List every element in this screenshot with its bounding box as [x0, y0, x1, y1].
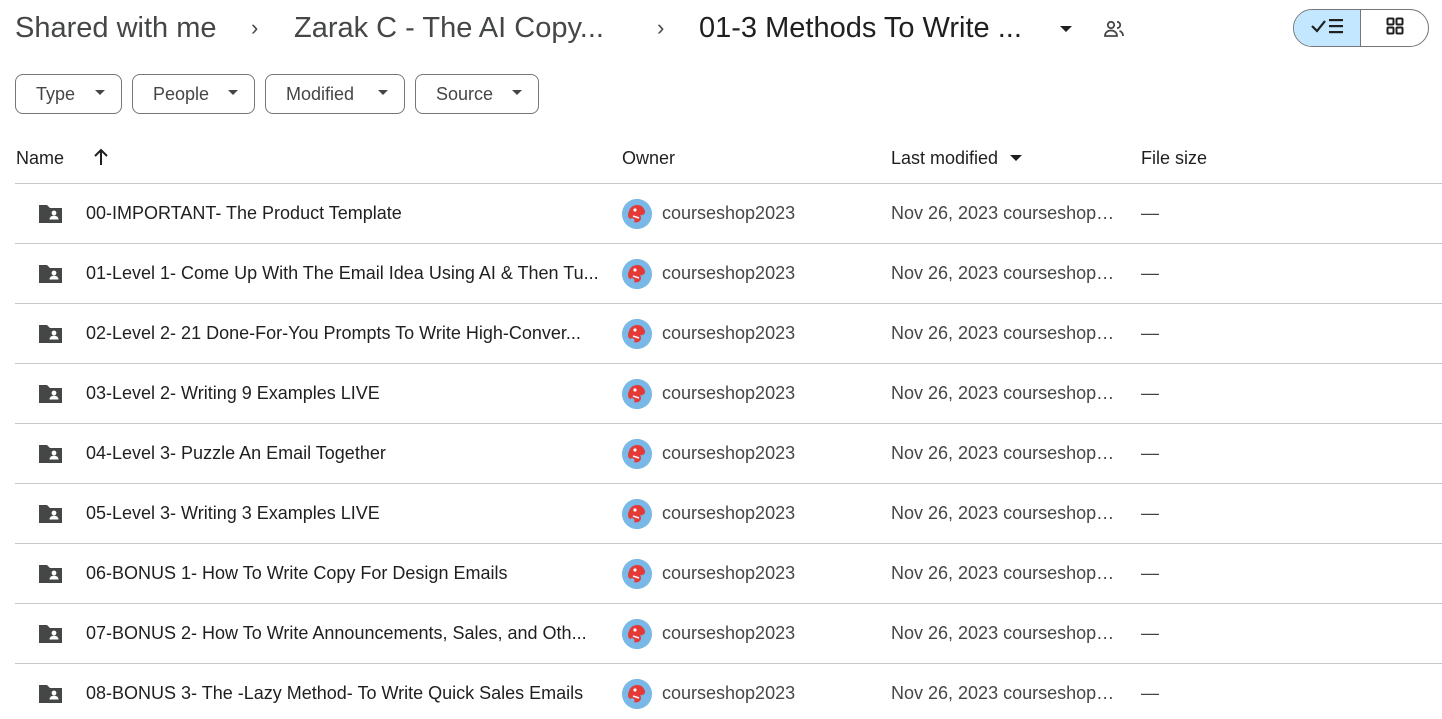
avatar: [622, 559, 652, 589]
chip-label: Type: [36, 83, 76, 104]
file-name: 01-Level 1- Come Up With The Email Idea …: [86, 263, 599, 283]
shared-folder-icon: [37, 623, 64, 645]
column-header-file-size[interactable]: File size: [1141, 144, 1207, 172]
column-header-owner[interactable]: Owner: [622, 144, 675, 172]
shared-folder-icon: [37, 263, 64, 285]
file-owner: courseshop2023: [662, 503, 796, 523]
list-view-button[interactable]: [1294, 10, 1361, 46]
file-name: 03-Level 2- Writing 9 Examples LIVE: [86, 383, 380, 403]
file-last-modified: Nov 26, 2023 courseshop2...: [891, 263, 1117, 283]
file-last-modified: Nov 26, 2023 courseshop2...: [891, 563, 1117, 583]
view-toggle: [1293, 9, 1429, 47]
file-row[interactable]: 08-BONUS 3- The -Lazy Method- To Write Q…: [15, 664, 1442, 719]
file-last-modified: Nov 26, 2023 courseshop2...: [891, 683, 1117, 703]
people-filter-chip[interactable]: People: [132, 74, 255, 114]
caret-down-icon: [228, 90, 238, 95]
file-row[interactable]: 06-BONUS 1- How To Write Copy For Design…: [15, 544, 1442, 604]
file-name: 02-Level 2- 21 Done-For-You Prompts To W…: [86, 323, 581, 343]
arrow-up-icon[interactable]: [90, 146, 112, 168]
avatar: [622, 439, 652, 469]
grid-icon: [1386, 17, 1404, 40]
file-last-modified: Nov 26, 2023 courseshop2...: [891, 623, 1117, 643]
file-name: 04-Level 3- Puzzle An Email Together: [86, 443, 386, 463]
caret-down-icon: [512, 90, 522, 95]
shared-folder-icon: [37, 683, 64, 705]
file-last-modified: Nov 26, 2023 courseshop2...: [891, 443, 1117, 463]
file-owner: courseshop2023: [662, 383, 796, 403]
avatar: [622, 379, 652, 409]
file-size: —: [1141, 563, 1159, 583]
avatar: [622, 199, 652, 229]
shared-folder-icon: [37, 383, 64, 405]
file-size: —: [1141, 683, 1159, 703]
file-size: —: [1141, 503, 1159, 523]
avatar: [622, 259, 652, 289]
file-last-modified: Nov 26, 2023 courseshop2...: [891, 203, 1117, 223]
file-last-modified: Nov 26, 2023 courseshop2...: [891, 383, 1117, 403]
drive-page: Shared with me › Zarak C - The AI Copy..…: [0, 0, 1442, 719]
column-header-name[interactable]: Name: [16, 144, 64, 172]
file-owner: courseshop2023: [662, 443, 796, 463]
file-owner: courseshop2023: [662, 263, 796, 283]
avatar: [622, 619, 652, 649]
caret-down-icon: [95, 90, 105, 95]
file-row[interactable]: 02-Level 2- 21 Done-For-You Prompts To W…: [15, 304, 1442, 364]
shared-folder-icon: [37, 563, 64, 585]
file-size: —: [1141, 323, 1159, 343]
file-name: 08-BONUS 3- The -Lazy Method- To Write Q…: [86, 683, 584, 703]
file-size: —: [1141, 203, 1159, 223]
avatar: [622, 319, 652, 349]
file-name: 06-BONUS 1- How To Write Copy For Design…: [86, 563, 508, 583]
file-name: 05-Level 3- Writing 3 Examples LIVE: [86, 503, 380, 523]
file-row[interactable]: 05-Level 3- Writing 3 Examples LIVE cour…: [15, 484, 1442, 544]
breadcrumb-root[interactable]: Shared with me: [15, 10, 227, 46]
file-row[interactable]: 04-Level 3- Puzzle An Email Together cou…: [15, 424, 1442, 484]
shared-folder-icon: [37, 323, 64, 345]
modified-filter-chip[interactable]: Modified: [265, 74, 405, 114]
breadcrumb-parent[interactable]: Zarak C - The AI Copy...: [294, 10, 614, 46]
breadcrumb: Shared with me › Zarak C - The AI Copy..…: [0, 0, 1442, 58]
breadcrumb-separator: ›: [251, 15, 259, 40]
avatar: [622, 499, 652, 529]
file-last-modified: Nov 26, 2023 courseshop2...: [891, 323, 1117, 343]
chip-label: Source: [436, 83, 494, 104]
file-owner: courseshop2023: [662, 683, 796, 703]
shared-folder-icon: [37, 203, 64, 225]
file-row[interactable]: 00-IMPORTANT- The Product Template cours…: [15, 184, 1442, 244]
caret-down-icon[interactable]: [1054, 17, 1078, 41]
file-size: —: [1141, 443, 1159, 463]
breadcrumb-current-folder[interactable]: 01-3 Methods To Write ...: [699, 10, 1039, 46]
check-list-icon: [1310, 16, 1344, 41]
file-owner: courseshop2023: [662, 563, 796, 583]
file-name: 07-BONUS 2- How To Write Announcements, …: [86, 623, 587, 643]
shared-folder-icon: [37, 503, 64, 525]
file-size: —: [1141, 263, 1159, 283]
grid-view-button[interactable]: [1361, 10, 1428, 46]
breadcrumb-separator: ›: [657, 15, 665, 40]
sort-descending-icon[interactable]: [1010, 155, 1022, 161]
file-row[interactable]: 03-Level 2- Writing 9 Examples LIVE cour…: [15, 364, 1442, 424]
file-size: —: [1141, 623, 1159, 643]
column-header-last-modified[interactable]: Last modified: [891, 144, 998, 172]
file-list: 00-IMPORTANT- The Product Template cours…: [15, 184, 1442, 719]
file-owner: courseshop2023: [662, 203, 796, 223]
file-owner: courseshop2023: [662, 323, 796, 343]
people-icon[interactable]: [1101, 16, 1127, 42]
chip-label: People: [153, 83, 210, 104]
type-filter-chip[interactable]: Type: [15, 74, 122, 114]
caret-down-icon: [378, 90, 388, 95]
file-size: —: [1141, 383, 1159, 403]
shared-folder-icon: [37, 443, 64, 465]
file-last-modified: Nov 26, 2023 courseshop2...: [891, 503, 1117, 523]
avatar: [622, 679, 652, 709]
chip-label: Modified: [286, 83, 355, 104]
file-row[interactable]: 01-Level 1- Come Up With The Email Idea …: [15, 244, 1442, 304]
file-name: 00-IMPORTANT- The Product Template: [86, 203, 402, 223]
file-row[interactable]: 07-BONUS 2- How To Write Announcements, …: [15, 604, 1442, 664]
file-owner: courseshop2023: [662, 623, 796, 643]
source-filter-chip[interactable]: Source: [415, 74, 539, 114]
